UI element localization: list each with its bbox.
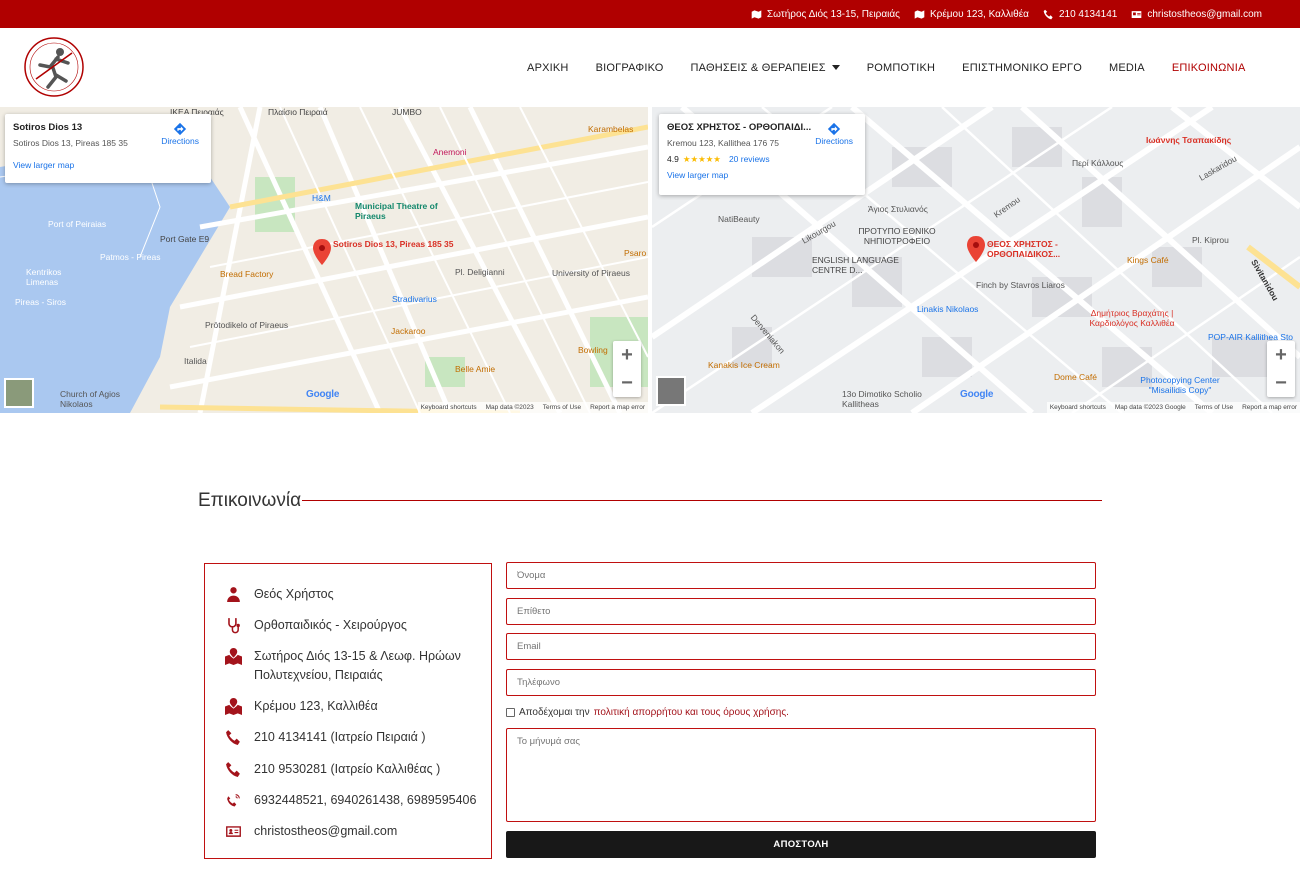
map2-rating: 4.9 ★★★★★ 20 reviews bbox=[667, 154, 770, 165]
map1-pin-label: Sotiros Dios 13, Pireas 185 35 bbox=[333, 239, 454, 249]
map2-zoom-out-button[interactable]: − bbox=[1267, 369, 1295, 397]
nav-biography[interactable]: ΒΙΟΓΡΑΦΙΚΟ bbox=[582, 62, 677, 74]
phone-icon bbox=[1043, 9, 1053, 19]
map1-zoom-controls: + − bbox=[613, 341, 641, 397]
map-location-icon bbox=[225, 698, 242, 715]
star-rating-icon: ★★★★★ bbox=[682, 154, 721, 164]
topbar-address-kallithea[interactable]: Κρέμου 123, Καλλιθέα bbox=[914, 9, 1029, 20]
map2-zoom-controls: + − bbox=[1267, 341, 1295, 397]
map1-info-card: Sotiros Dios 13 Sotiros Dios 13, Pireas … bbox=[5, 114, 211, 183]
top-contact-bar: Σωτήρος Διός 13-15, Πειραιάς Κρέμου 123,… bbox=[0, 0, 1300, 28]
map1-footer: Keyboard shortcuts Map data ©2023 Terms … bbox=[417, 402, 648, 413]
info-address-kallithea: Κρέμου 123, Καλλιθέα bbox=[225, 697, 378, 716]
map1-directions-button[interactable]: Directions bbox=[161, 122, 199, 146]
nav-conditions[interactable]: ΠΑΘΗΣΕΙΣ & ΘΕΡΑΠΕΙΕΣ bbox=[677, 62, 853, 74]
map2-info-card: ΘΕΟΣ ΧΡΗΣΤΟΣ - ΟΡΘΟΠΑΙΔΙ... Kremou 123, … bbox=[659, 114, 865, 195]
main-nav: ΑΡΧΙΚΗ ΒΙΟΓΡΑΦΙΚΟ ΠΑΘΗΣΕΙΣ & ΘΕΡΑΠΕΙΕΣ Ρ… bbox=[514, 28, 1259, 107]
info-address-piraeus: Σωτήρος Διός 13-15 & Λεωφ. Ηρώων Πολυτεχν… bbox=[225, 647, 461, 685]
email-input[interactable] bbox=[506, 633, 1096, 660]
map2-view-larger-link[interactable]: View larger map bbox=[667, 170, 857, 180]
map-icon bbox=[751, 9, 762, 19]
surname-input[interactable] bbox=[506, 598, 1096, 625]
phone-icon bbox=[226, 762, 240, 777]
map2-zoom-in-button[interactable]: + bbox=[1267, 341, 1295, 369]
map1-view-larger-link[interactable]: View larger map bbox=[13, 160, 203, 170]
consent-checkbox[interactable] bbox=[506, 708, 515, 717]
site-logo[interactable] bbox=[22, 35, 86, 99]
nav-media[interactable]: MEDIA bbox=[1096, 62, 1159, 74]
topbar-phone[interactable]: 210 4134141 bbox=[1043, 9, 1117, 20]
google-logo: Google bbox=[306, 389, 340, 400]
map-icon bbox=[914, 9, 925, 19]
site-header: ΑΡΧΙΚΗ ΒΙΟΓΡΑΦΙΚΟ ΠΑΘΗΣΕΙΣ & ΘΕΡΑΠΕΙΕΣ Ρ… bbox=[0, 28, 1300, 107]
topbar-address-piraeus[interactable]: Σωτήρος Διός 13-15, Πειραιάς bbox=[751, 9, 900, 20]
phone-input[interactable] bbox=[506, 669, 1096, 696]
consent-row: Αποδέχομαι την πολιτική απορρήτου και το… bbox=[506, 707, 789, 718]
info-specialty: Ορθοπαιδικός - Χειρούργος bbox=[225, 616, 407, 635]
id-card-icon bbox=[226, 826, 241, 837]
map2-footer: Keyboard shortcuts Map data ©2023 Google… bbox=[1046, 402, 1300, 413]
map-piraeus[interactable]: Sotiros Dios 13, Pireas 185 35 IKEA Πειρ… bbox=[0, 107, 648, 413]
map2-directions-button[interactable]: Directions bbox=[815, 122, 853, 146]
info-mobiles[interactable]: 6932448521, 6940261438, 6989595406 bbox=[225, 791, 476, 810]
map-location-icon bbox=[225, 648, 242, 665]
info-doctor-name: Θεός Χρήστος bbox=[225, 585, 334, 604]
stethoscope-icon bbox=[228, 618, 240, 634]
directions-icon bbox=[173, 122, 187, 136]
name-input[interactable] bbox=[506, 562, 1096, 589]
nav-scientific-work[interactable]: ΕΠΙΣΤΗΜΟΝΙΚΟ ΕΡΓΟ bbox=[949, 62, 1096, 74]
phone-volume-icon bbox=[227, 794, 240, 807]
nav-home[interactable]: ΑΡΧΙΚΗ bbox=[514, 62, 583, 74]
caret-down-icon bbox=[831, 65, 840, 70]
section-divider bbox=[302, 500, 1102, 501]
google-logo: Google bbox=[960, 389, 994, 400]
id-card-icon bbox=[1132, 10, 1142, 18]
info-phone-kallithea[interactable]: 210 9530281 (Ιατρείο Καλλιθέας ) bbox=[225, 760, 440, 779]
doctor-icon bbox=[227, 587, 240, 602]
nav-contact[interactable]: ΕΠΙΚΟΙΝΩΝΙΑ bbox=[1158, 62, 1259, 74]
section-title: Επικοινωνία bbox=[198, 490, 302, 511]
map1-zoom-out-button[interactable]: − bbox=[613, 369, 641, 397]
map-kallithea[interactable]: ΘΕΟΣ ΧΡΗΣΤΟΣ - ΟΡΘΟΠΑΙΔΙΚΟΣ... Ιωάννης Τ… bbox=[652, 107, 1300, 413]
map2-reviews-link[interactable]: 20 reviews bbox=[729, 154, 770, 165]
nav-robotics[interactable]: ΡΟΜΠΟΤΙΚΗ bbox=[853, 62, 948, 74]
map2-pin-label: ΘΕΟΣ ΧΡΗΣΤΟΣ - ΟΡΘΟΠΑΙΔΙΚΟΣ... bbox=[987, 239, 1061, 259]
info-email[interactable]: christostheos@gmail.com bbox=[225, 822, 397, 841]
topbar-email[interactable]: christostheos@gmail.com bbox=[1131, 9, 1262, 20]
privacy-policy-link[interactable]: πολιτική απορρήτου και τους όρους χρήσης… bbox=[594, 707, 789, 718]
phone-icon bbox=[226, 730, 240, 745]
message-textarea[interactable] bbox=[506, 728, 1096, 822]
info-phone-piraeus[interactable]: 210 4134141 (Ιατρείο Πειραιά ) bbox=[225, 728, 426, 747]
directions-icon bbox=[827, 122, 841, 136]
submit-button[interactable]: ΑΠΟΣΤΟΛΗ bbox=[506, 831, 1096, 858]
contact-info-box: Θεός Χρήστος Ορθοπαιδικός - Χειρούργος Σ… bbox=[204, 563, 492, 859]
map1-zoom-in-button[interactable]: + bbox=[613, 341, 641, 369]
